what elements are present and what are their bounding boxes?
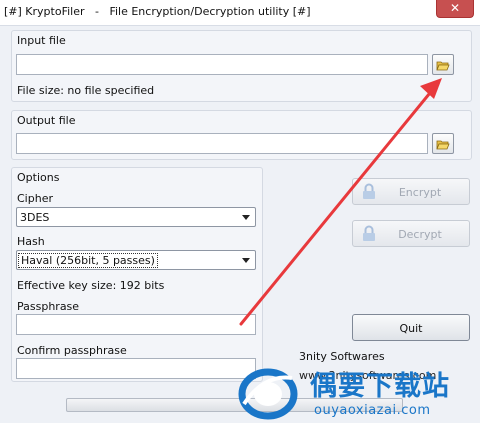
decrypt-button[interactable]: Decrypt [352,220,470,247]
hash-label: Hash [17,235,45,248]
quit-label: Quit [399,322,423,335]
folder-open-icon [436,140,450,150]
input-browse-button[interactable] [432,54,454,75]
confirm-passphrase-label: Confirm passphrase [17,344,127,357]
output-file-field[interactable] [16,133,428,154]
passphrase-label: Passphrase [17,300,80,313]
close-button[interactable]: ✕ [436,0,474,18]
quit-button[interactable]: Quit [352,314,470,341]
app-window: [#] KryptoFiler - File Encryption/Decryp… [0,0,480,423]
cipher-label: Cipher [17,192,53,205]
watermark: 偶要下载站 ouyaoxiazai.com [232,362,478,422]
watermark-logo-icon [238,368,298,420]
hash-selected-value: Haval (256bit, 5 passes) [18,253,158,268]
options-label: Options [17,171,60,184]
output-file-label: Output file [17,114,76,127]
chevron-down-icon [242,258,250,263]
title-bar: [#] KryptoFiler - File Encryption/Decryp… [0,0,480,26]
watermark-url: ouyaoxiazai.com [314,403,431,418]
output-browse-button[interactable] [432,133,454,154]
cipher-select[interactable]: 3DES [16,207,256,227]
encrypt-button[interactable]: Encrypt [352,178,470,205]
file-size-text: File size: no file specified [17,84,155,97]
input-file-field[interactable] [16,54,428,75]
folder-open-icon [436,61,450,71]
passphrase-field[interactable] [16,314,256,335]
chevron-down-icon [242,215,250,220]
key-size-text: Effective key size: 192 bits [17,279,165,292]
decrypt-label: Decrypt [398,228,442,241]
window-title: [#] KryptoFiler - File Encryption/Decryp… [4,5,311,18]
hash-select[interactable]: Haval (256bit, 5 passes) [16,250,256,270]
input-file-label: Input file [17,34,66,47]
watermark-title: 偶要下载站 [310,371,450,402]
encrypt-label: Encrypt [398,186,442,199]
cipher-selected-value: 3DES [20,211,50,224]
confirm-passphrase-field[interactable] [16,358,256,379]
